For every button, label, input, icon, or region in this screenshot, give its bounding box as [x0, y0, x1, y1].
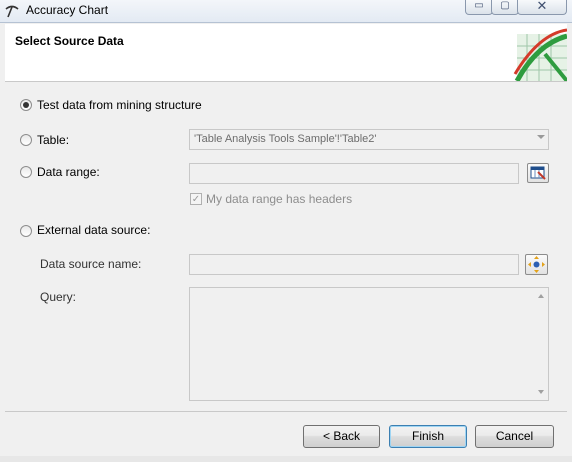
chart-graphic: [513, 28, 567, 81]
radio-test-data[interactable]: [20, 99, 32, 111]
connection-icon: [528, 256, 545, 273]
radio-external-source[interactable]: [20, 225, 32, 237]
page-title: Select Source Data: [15, 34, 124, 48]
scroll-up-icon[interactable]: [538, 294, 544, 298]
data-source-name-field[interactable]: [189, 254, 519, 275]
query-textarea[interactable]: [189, 287, 549, 401]
table-label: Table:: [37, 133, 70, 147]
scroll-down-icon[interactable]: [538, 390, 544, 394]
query-label: Query:: [40, 290, 77, 304]
data-range-field[interactable]: [189, 163, 519, 184]
cancel-button[interactable]: Cancel: [475, 425, 554, 448]
back-button[interactable]: < Back: [303, 425, 380, 448]
close-button[interactable]: ✕: [517, 0, 567, 15]
data-range-label: Data range:: [37, 165, 100, 179]
table-dropdown-value: 'Table Analysis Tools Sample'!'Table2': [194, 133, 377, 145]
bottom-strip: [0, 456, 572, 462]
pickaxe-icon: [5, 5, 19, 18]
range-select-icon: [530, 166, 546, 180]
connection-button[interactable]: [525, 254, 548, 275]
finish-button[interactable]: Finish: [389, 425, 467, 448]
external-source-label: External data source:: [37, 223, 151, 237]
maximize-button[interactable]: ▢: [491, 0, 519, 15]
radio-data-range[interactable]: [20, 166, 32, 178]
chevron-down-icon: [537, 135, 545, 139]
test-data-label: Test data from mining structure: [37, 98, 202, 112]
wizard-header: Select Source Data: [5, 24, 567, 82]
headers-checkbox[interactable]: ✓: [190, 193, 202, 205]
minimize-button[interactable]: ▭: [465, 0, 493, 15]
headers-checkbox-label: My data range has headers: [206, 192, 353, 206]
footer-divider: [5, 411, 567, 412]
window-title: Accuracy Chart: [26, 3, 109, 17]
range-select-button[interactable]: [527, 163, 549, 183]
title-bar: Accuracy Chart ▭ ▢ ✕: [0, 0, 572, 23]
radio-table[interactable]: [20, 134, 32, 146]
data-source-name-label: Data source name:: [40, 257, 142, 271]
table-dropdown[interactable]: 'Table Analysis Tools Sample'!'Table2': [189, 129, 549, 150]
